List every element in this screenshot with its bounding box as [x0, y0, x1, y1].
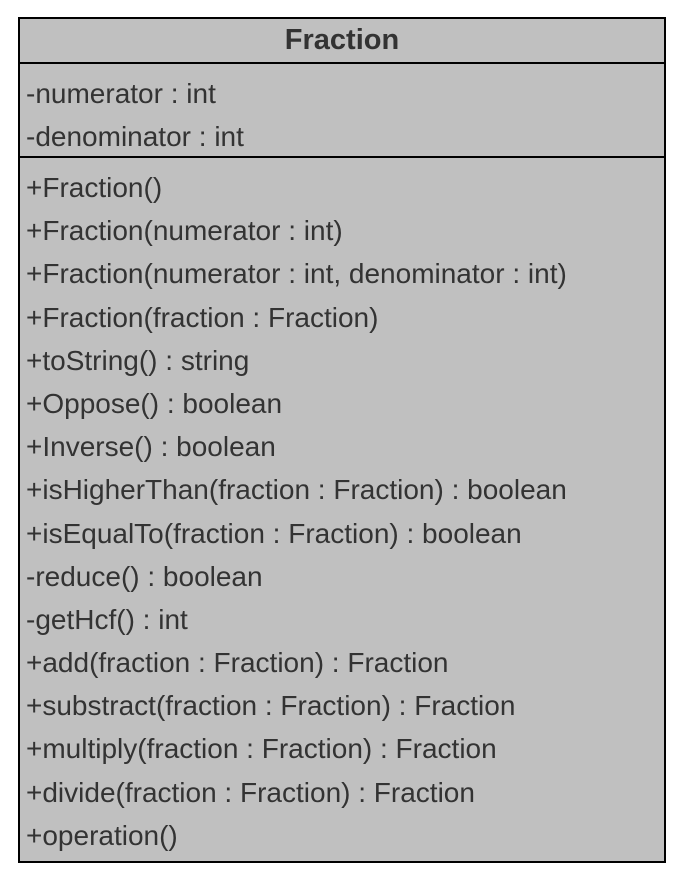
class-name: Fraction [20, 19, 664, 64]
operations-compartment: +Fraction() +Fraction(numerator : int) +… [20, 158, 664, 857]
operation-item: +operation() [26, 819, 178, 851]
operation-item: -reduce() : boolean [26, 560, 263, 592]
operation-item: +Inverse() : boolean [26, 431, 276, 463]
operation-item: +divide(fraction : Fraction) : Fraction [26, 776, 475, 808]
operation-item: -getHcf() : int [26, 603, 188, 635]
operation-item: +isEqualTo(fraction : Fraction) : boolea… [26, 517, 522, 549]
attribute-item: -numerator : int [26, 78, 216, 109]
operation-item: +isHigherThan(fraction : Fraction) : boo… [26, 474, 567, 506]
operation-item: +add(fraction : Fraction) : Fraction [26, 647, 449, 679]
operation-item: +Fraction(numerator : int, denominator :… [26, 258, 567, 290]
operation-item: +Fraction(fraction : Fraction) [26, 301, 379, 333]
operation-item: +substract(fraction : Fraction) : Fracti… [26, 690, 516, 722]
uml-class-box: Fraction -numerator : int -denominator :… [18, 17, 666, 863]
attributes-compartment: -numerator : int -denominator : int [20, 64, 664, 158]
operation-item: +toString() : string [26, 344, 250, 376]
operation-item: +multiply(fraction : Fraction) : Fractio… [26, 733, 497, 765]
attribute-item: -denominator : int [26, 121, 244, 152]
operation-item: +Oppose() : boolean [26, 387, 283, 419]
operation-item: +Fraction() [26, 172, 163, 203]
operation-item: +Fraction(numerator : int) [26, 215, 343, 247]
